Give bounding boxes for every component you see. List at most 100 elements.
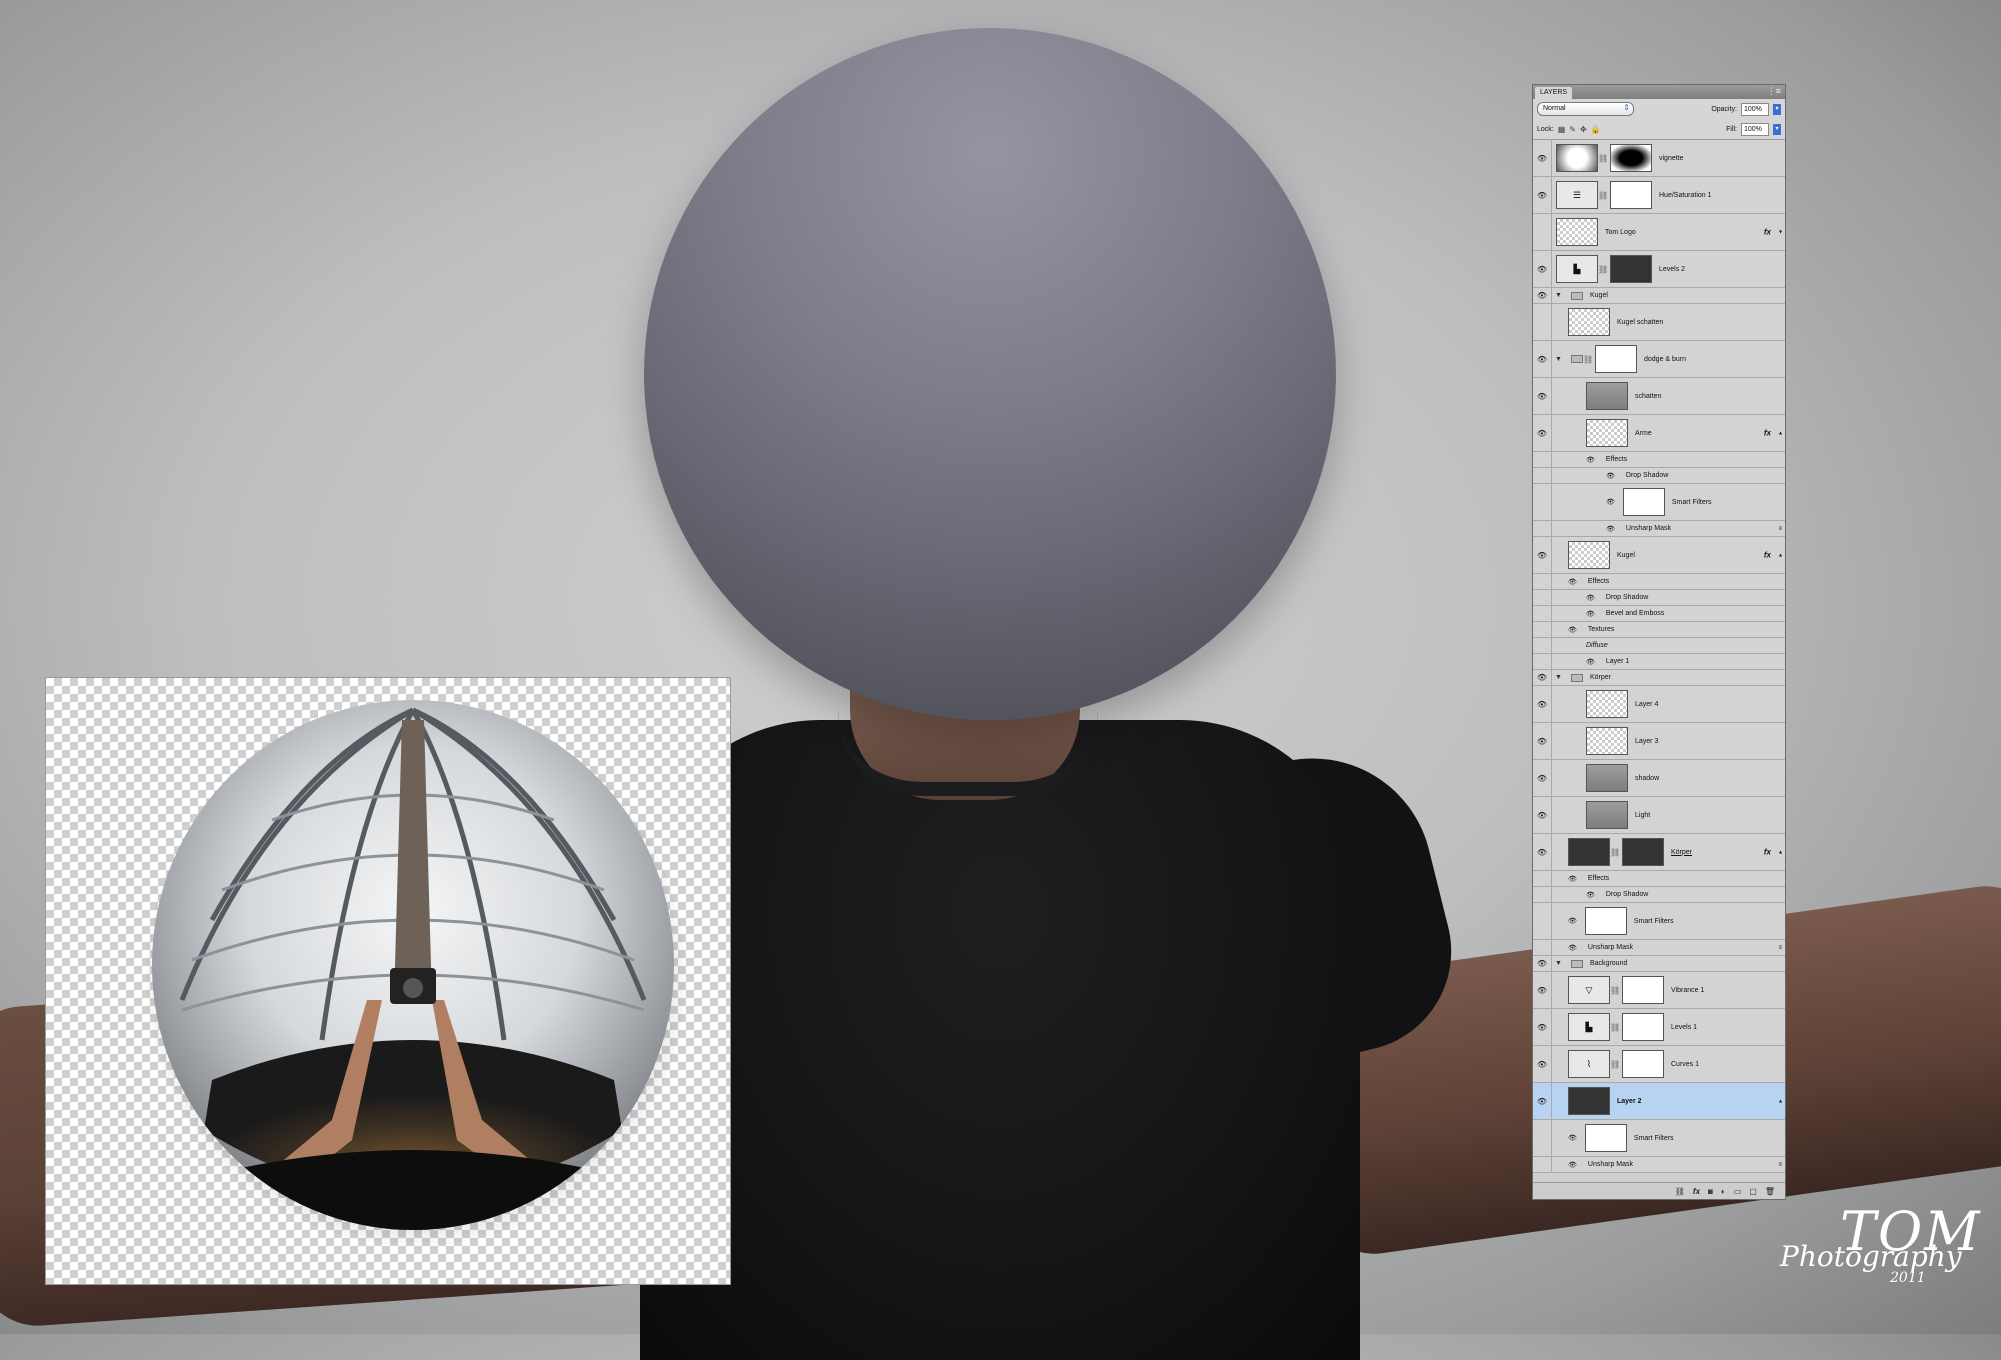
eye-icon[interactable]: 👁 bbox=[1586, 891, 1595, 899]
eye-icon[interactable]: 👁 bbox=[1568, 626, 1577, 634]
layer-row-hue-saturation[interactable]: 👁 ☰ ⛓ Hue/Saturation 1 bbox=[1533, 177, 1785, 214]
filter-row-unsharp-mask[interactable]: 👁 Unsharp Mask ≡ bbox=[1533, 521, 1785, 537]
layer-row-shadow[interactable]: 👁 shadow bbox=[1533, 760, 1785, 797]
eye-icon[interactable]: 👁 bbox=[1606, 472, 1615, 480]
eye-icon[interactable] bbox=[1533, 871, 1552, 886]
eye-icon[interactable] bbox=[1533, 521, 1552, 536]
layer-row-vibrance-1[interactable]: 👁 ▽ ⛓ Vibrance 1 bbox=[1533, 972, 1785, 1009]
layer-row-koerper[interactable]: 👁 ⛓ Körper fx ▴ bbox=[1533, 834, 1785, 871]
layer-row-layer-2[interactable]: 👁 Layer 2 ▴ bbox=[1533, 1083, 1785, 1120]
smart-filters-row[interactable]: 👁 Smart Filters bbox=[1533, 903, 1785, 940]
layer-row-levels-1[interactable]: 👁 ▙ ⛓ Levels 1 bbox=[1533, 1009, 1785, 1046]
panel-menu-icon[interactable]: ⋮≡ bbox=[1767, 86, 1781, 97]
filter-options-icon[interactable]: ≡ bbox=[1778, 1162, 1782, 1168]
eye-icon[interactable]: 👁 bbox=[1568, 875, 1577, 883]
layer-row-light[interactable]: 👁 Light bbox=[1533, 797, 1785, 834]
layer-row-tom-logo[interactable]: Tom Logo fx ▾ bbox=[1533, 214, 1785, 251]
eye-icon[interactable] bbox=[1533, 484, 1552, 520]
eye-icon[interactable]: 👁 bbox=[1533, 378, 1552, 414]
eye-icon[interactable]: 👁 bbox=[1606, 498, 1615, 506]
layer-row-layer-3[interactable]: 👁 Layer 3 bbox=[1533, 723, 1785, 760]
eye-icon[interactable] bbox=[1533, 887, 1552, 902]
eye-icon[interactable] bbox=[1533, 903, 1552, 939]
lock-all-icon[interactable]: 🔒 bbox=[1591, 125, 1601, 134]
layer-row-kugel[interactable]: 👁 Kugel fx ▴ bbox=[1533, 537, 1785, 574]
eye-icon[interactable]: 👁 bbox=[1533, 760, 1552, 796]
trash-icon[interactable]: 🗑 bbox=[1765, 1187, 1775, 1196]
filter-options-icon[interactable]: ≡ bbox=[1778, 945, 1782, 951]
adjustment-layer-icon[interactable]: ◐ bbox=[1721, 1187, 1726, 1196]
layer-row-arme[interactable]: 👁 Arme fx ▴ bbox=[1533, 415, 1785, 452]
textures-row[interactable]: 👁 Textures bbox=[1533, 622, 1785, 638]
lock-image-icon[interactable]: ✎ bbox=[1569, 125, 1576, 134]
eye-icon[interactable] bbox=[1533, 940, 1552, 955]
group-row-kugel[interactable]: 👁 ▼ Kugel bbox=[1533, 288, 1785, 304]
eye-icon[interactable]: 👁 bbox=[1533, 834, 1552, 870]
eye-icon[interactable]: 👁 bbox=[1568, 1161, 1577, 1169]
effect-row-drop-shadow[interactable]: 👁 Drop Shadow bbox=[1533, 590, 1785, 606]
opacity-dropdown-icon[interactable]: ▾ bbox=[1773, 103, 1781, 115]
eye-icon[interactable]: 👁 bbox=[1533, 972, 1552, 1008]
eye-icon[interactable]: 👁 bbox=[1568, 917, 1577, 925]
filter-row-unsharp-mask[interactable]: 👁 Unsharp Mask ≡ bbox=[1533, 940, 1785, 956]
eye-icon[interactable]: 👁 bbox=[1533, 956, 1552, 971]
effect-row-drop-shadow[interactable]: 👁 Drop Shadow bbox=[1533, 887, 1785, 903]
smart-filters-row[interactable]: 👁 Smart Filters bbox=[1533, 484, 1785, 521]
texture-layer-row[interactable]: 👁 Layer 1 bbox=[1533, 654, 1785, 670]
effects-row[interactable]: 👁 Effects bbox=[1533, 452, 1785, 468]
eye-icon[interactable] bbox=[1533, 214, 1552, 250]
effect-row-bevel-emboss[interactable]: 👁 Bevel and Emboss bbox=[1533, 606, 1785, 622]
eye-icon[interactable]: 👁 bbox=[1586, 658, 1595, 666]
eye-icon[interactable]: 👁 bbox=[1533, 537, 1552, 573]
eye-icon[interactable]: 👁 bbox=[1533, 288, 1552, 303]
fill-input[interactable]: 100% bbox=[1741, 122, 1769, 136]
eye-icon[interactable]: 👁 bbox=[1533, 723, 1552, 759]
eye-icon[interactable] bbox=[1533, 622, 1552, 637]
smart-filters-row[interactable]: 👁 Smart Filters bbox=[1533, 1120, 1785, 1157]
tab-layers[interactable]: LAYERS bbox=[1535, 87, 1573, 99]
fx-icon[interactable]: fx bbox=[1764, 551, 1771, 560]
disclosure-triangle-icon[interactable]: ▼ bbox=[1555, 356, 1565, 363]
fx-icon[interactable]: fx bbox=[1764, 848, 1771, 857]
eye-icon[interactable]: 👁 bbox=[1568, 1134, 1577, 1142]
eye-icon[interactable]: 👁 bbox=[1533, 1009, 1552, 1045]
eye-icon[interactable] bbox=[1533, 606, 1552, 621]
opacity-input[interactable]: 100% bbox=[1741, 102, 1769, 116]
disclosure-triangle-icon[interactable]: ▼ bbox=[1555, 292, 1565, 299]
layer-row-vignette[interactable]: 👁 ⛓ vignette bbox=[1533, 140, 1785, 177]
effects-row[interactable]: 👁 Effects bbox=[1533, 574, 1785, 590]
layer-row-levels-2[interactable]: 👁 ▙ ⛓ Levels 2 bbox=[1533, 251, 1785, 288]
fx-icon[interactable]: fx bbox=[1693, 1187, 1700, 1196]
layer-row-curves-1[interactable]: 👁 ⌇ ⛓ Curves 1 bbox=[1533, 1046, 1785, 1083]
eye-icon[interactable]: 👁 bbox=[1533, 1083, 1552, 1119]
effects-row[interactable]: 👁 Effects bbox=[1533, 871, 1785, 887]
eye-icon[interactable]: 👁 bbox=[1586, 456, 1595, 464]
lock-transparent-icon[interactable]: ▦ bbox=[1558, 125, 1566, 134]
add-mask-icon[interactable]: ◙ bbox=[1708, 1187, 1713, 1196]
lock-position-icon[interactable]: ✥ bbox=[1580, 125, 1587, 134]
expand-triangle-icon[interactable]: ▾ bbox=[1779, 229, 1782, 236]
layer-row-kugel-schatten[interactable]: Kugel schatten bbox=[1533, 304, 1785, 341]
blend-mode-select[interactable]: Normal bbox=[1537, 102, 1634, 116]
eye-icon[interactable]: 👁 bbox=[1533, 341, 1552, 377]
eye-icon[interactable]: 👁 bbox=[1586, 610, 1595, 618]
eye-icon[interactable]: 👁 bbox=[1586, 594, 1595, 602]
eye-icon[interactable]: 👁 bbox=[1533, 177, 1552, 213]
disclosure-triangle-icon[interactable]: ▼ bbox=[1555, 960, 1565, 967]
group-row-dodge-burn[interactable]: 👁 ▼ ⛓ dodge & burn bbox=[1533, 341, 1785, 378]
expand-triangle-icon[interactable]: ▴ bbox=[1779, 552, 1782, 559]
expand-triangle-icon[interactable]: ▴ bbox=[1779, 1098, 1782, 1105]
eye-icon[interactable] bbox=[1533, 452, 1552, 467]
layers-panel[interactable]: LAYERS ⋮≡ Normal Opacity: 100% ▾ Lock: ▦… bbox=[1532, 84, 1786, 1200]
expand-triangle-icon[interactable]: ▴ bbox=[1779, 849, 1782, 856]
expand-triangle-icon[interactable]: ▴ bbox=[1779, 430, 1782, 437]
eye-icon[interactable] bbox=[1533, 574, 1552, 589]
eye-icon[interactable]: 👁 bbox=[1568, 944, 1577, 952]
filter-row-unsharp-mask[interactable]: 👁 Unsharp Mask ≡ bbox=[1533, 1157, 1785, 1173]
fx-icon[interactable]: fx bbox=[1764, 228, 1771, 237]
eye-icon[interactable]: 👁 bbox=[1533, 140, 1552, 176]
effect-row-drop-shadow[interactable]: 👁 Drop Shadow bbox=[1533, 468, 1785, 484]
fx-icon[interactable]: fx bbox=[1764, 429, 1771, 438]
eye-icon[interactable]: 👁 bbox=[1606, 525, 1615, 533]
eye-icon[interactable]: 👁 bbox=[1568, 578, 1577, 586]
